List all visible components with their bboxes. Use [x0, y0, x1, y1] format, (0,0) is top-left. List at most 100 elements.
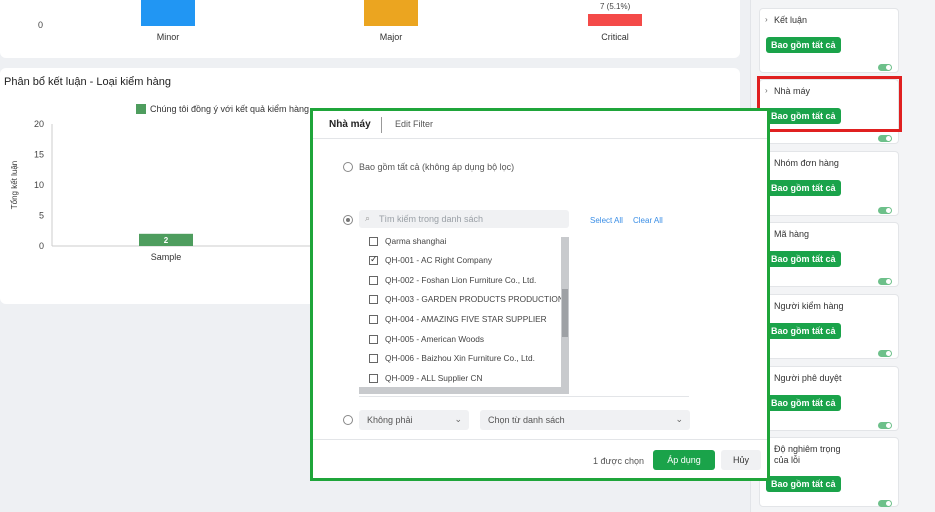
filter-card-approver[interactable]: Người phê duyệt Bao gồm tất cả	[759, 366, 899, 431]
y-tick-label: 15	[34, 150, 44, 160]
y-tick-zero: 0	[38, 20, 44, 30]
checkbox[interactable]	[369, 254, 378, 265]
radio-select-list[interactable]	[343, 215, 353, 225]
filter-pill[interactable]: Bao gồm tất cả	[766, 323, 841, 339]
list-item[interactable]: QH-009 - ALL Supplier CN	[369, 369, 482, 387]
filter-card-item-code[interactable]: Mã hàng Bao gồm tất cả	[759, 222, 899, 287]
critical-data-label: 7 (5.1%)	[600, 2, 631, 11]
chevron-down-icon: ⌄	[675, 414, 683, 424]
filter-pill[interactable]: Bao gồm tất cả	[766, 395, 841, 411]
filter-toggle[interactable]	[878, 135, 892, 142]
bar-minor[interactable]	[141, 0, 195, 26]
highlight-box	[757, 76, 902, 132]
list-item[interactable]: QH-001 - AC Right Company	[369, 251, 492, 269]
factory-list: Qarma shanghai QH-001 - AC Right Company…	[359, 237, 569, 392]
list-item[interactable]: Qarma shanghai	[369, 237, 446, 250]
tick-major: Major	[379, 32, 403, 42]
checkbox[interactable]	[369, 353, 378, 363]
tick-minor: Minor	[156, 32, 180, 42]
factory-filter-modal: Nhà máy Edit Filter Bao gồm tất cả (khôn…	[310, 108, 770, 481]
chevron-down-icon: ⌄	[454, 414, 462, 424]
list-item-label: QH-003 - GARDEN PRODUCTS PRODUCTION	[385, 294, 564, 304]
list-item-label: Qarma shanghai	[385, 237, 447, 246]
list-item-label: QH-006 - Baizhou Xin Furniture Co., Ltd.	[385, 353, 535, 363]
filter-pill[interactable]: Bao gồm tất cả	[766, 37, 841, 53]
filter-title: Nhóm đơn hàng	[774, 158, 839, 168]
list-vertical-scrollbar[interactable]	[561, 237, 569, 392]
list-item-label: QH-009 - ALL Supplier CN	[385, 373, 483, 383]
y-tick-label: 20	[34, 119, 44, 129]
x-tick-label: Sample	[151, 252, 182, 262]
search-icon: ⌕	[365, 213, 371, 223]
filter-toggle[interactable]	[878, 350, 892, 357]
y-tick-label: 0	[39, 241, 44, 251]
filter-toggle[interactable]	[878, 207, 892, 214]
filter-title: Người phê duyệt	[774, 373, 842, 383]
filter-card-conclusion[interactable]: › Kết luận Bao gồm tất cả	[759, 8, 899, 73]
condition-dropdown[interactable]: Không phải ⌄	[359, 410, 469, 430]
checkbox[interactable]	[369, 237, 378, 246]
radio-include-all[interactable]	[343, 162, 353, 172]
filter-toggle[interactable]	[878, 500, 892, 507]
list-item-label: QH-002 - Foshan Lion Furniture Co., Ltd.	[385, 275, 537, 285]
chevron-right-icon[interactable]: ›	[765, 15, 768, 24]
page-scrollbar[interactable]	[908, 0, 935, 512]
bar-critical[interactable]	[588, 14, 642, 26]
filter-title: Độ nghiêm trọng của lỗi	[774, 444, 841, 465]
filter-toggle[interactable]	[878, 422, 892, 429]
selected-count: 1 được chọn	[593, 456, 644, 466]
tab-divider	[381, 117, 382, 133]
filter-pill[interactable]: Bao gồm tất cả	[766, 180, 841, 196]
checkbox[interactable]	[369, 373, 378, 383]
list-item[interactable]: QH-005 - American Woods	[369, 330, 484, 348]
search-box: ⌕	[359, 210, 569, 228]
search-input[interactable]	[379, 212, 559, 226]
list-horizontal-scrollbar[interactable]	[359, 387, 569, 394]
bar-major[interactable]	[364, 0, 418, 26]
y-tick-label: 5	[39, 211, 44, 221]
list-item[interactable]: QH-002 - Foshan Lion Furniture Co., Ltd.	[369, 271, 536, 289]
severity-chart-card: 0 7 (5.1%) Minor Major Critical	[0, 0, 740, 58]
source-value: Chọn từ danh sách	[488, 415, 565, 425]
chart-title: Phân bổ kết luận - Loại kiểm hàng	[4, 76, 171, 88]
checkbox[interactable]	[369, 294, 378, 304]
checkbox[interactable]	[369, 275, 378, 285]
tab-factory[interactable]: Nhà máy	[329, 119, 371, 130]
cancel-button[interactable]: Hủy	[721, 450, 761, 470]
apply-button[interactable]: Áp dụng	[653, 450, 715, 470]
list-item-label: QH-005 - American Woods	[385, 334, 484, 344]
radio-condition[interactable]	[343, 415, 353, 425]
list-item[interactable]: QH-006 - Baizhou Xin Furniture Co., Ltd.	[369, 349, 535, 367]
option-include-all-label: Bao gồm tất cả (không áp dụng bộ lọc)	[359, 162, 515, 172]
y-tick-label: 10	[34, 180, 44, 190]
bar-data-label: 2	[164, 236, 169, 245]
conclusion-bar-chart: Tổng kết luận 20 15 10 5 0 2 Sample	[10, 119, 310, 262]
y-axis-label: Tổng kết luận	[10, 161, 19, 209]
checkbox[interactable]	[369, 334, 378, 344]
filter-toggle[interactable]	[878, 64, 892, 71]
source-dropdown[interactable]: Chọn từ danh sách ⌄	[480, 410, 690, 430]
footer-divider	[313, 439, 767, 440]
list-item-label: QH-004 - AMAZING FIVE STAR SUPPLIER	[385, 314, 547, 324]
clear-all-link[interactable]: Clear All	[633, 216, 663, 225]
select-all-link[interactable]: Select All	[590, 216, 623, 225]
filter-toggle[interactable]	[878, 278, 892, 285]
list-item[interactable]: QH-003 - GARDEN PRODUCTS PRODUCTION	[369, 290, 564, 308]
modal-tabs: Nhà máy Edit Filter	[313, 111, 767, 139]
tick-critical: Critical	[601, 32, 629, 42]
divider	[359, 396, 689, 397]
condition-value: Không phải	[367, 415, 413, 425]
filter-card-defect-severity[interactable]: Độ nghiêm trọng của lỗi Bao gồm tất cả	[759, 437, 899, 507]
filter-title: Người kiểm hàng	[774, 301, 844, 311]
filter-pill[interactable]: Bao gồm tất cả	[766, 251, 841, 267]
dashboard-root: 0 7 (5.1%) Minor Major Critical Phân bổ …	[0, 0, 935, 512]
list-item[interactable]: QH-004 - AMAZING FIVE STAR SUPPLIER	[369, 310, 547, 328]
filter-title: Mã hàng	[774, 229, 810, 239]
scrollbar-thumb[interactable]	[562, 289, 568, 337]
filter-title: Kết luận	[774, 15, 808, 25]
tab-edit-filter[interactable]: Edit Filter	[395, 119, 433, 129]
checkbox[interactable]	[369, 314, 378, 324]
filter-card-order-group[interactable]: Nhóm đơn hàng Bao gồm tất cả	[759, 151, 899, 216]
filter-card-inspector[interactable]: Người kiểm hàng Bao gồm tất cả	[759, 294, 899, 359]
filter-pill[interactable]: Bao gồm tất cả	[766, 476, 841, 492]
